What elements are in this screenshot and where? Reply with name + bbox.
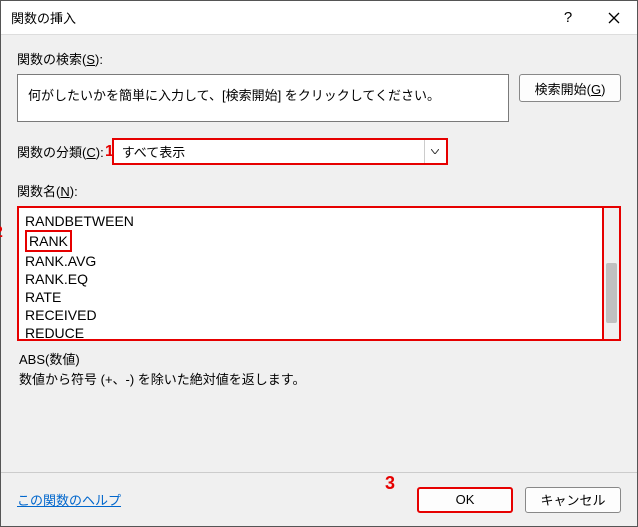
list-item[interactable]: RANDBETWEEN bbox=[23, 212, 598, 230]
function-preview: ABS(数値) 数値から符号 (+、-) を除いた絶対値を返します。 bbox=[17, 349, 621, 391]
scrollbar-track bbox=[604, 208, 619, 339]
function-signature: ABS(数値) bbox=[19, 350, 619, 370]
function-description: 数値から符号 (+、-) を除いた絶対値を返します。 bbox=[19, 370, 619, 390]
callout-3: 3 bbox=[385, 473, 395, 494]
help-button[interactable]: ? bbox=[545, 1, 591, 35]
category-value: すべて表示 bbox=[122, 142, 186, 161]
callout-2: 2 bbox=[0, 224, 3, 242]
cancel-button[interactable]: キャンセル bbox=[525, 487, 621, 513]
chevron-down-icon bbox=[424, 140, 446, 163]
help-link[interactable]: この関数のヘルプ bbox=[17, 490, 121, 509]
list-item[interactable]: RANK.EQ bbox=[23, 270, 598, 288]
scrollbar-thumb[interactable] bbox=[606, 263, 617, 323]
category-label: 関数の分類(C): bbox=[17, 142, 104, 161]
search-go-button[interactable]: 検索開始(G) bbox=[519, 74, 621, 102]
list-item[interactable]: RECEIVED bbox=[23, 306, 598, 324]
function-list[interactable]: RANDBETWEEN RANK RANK.AVG RANK.EQ RATE R… bbox=[17, 206, 604, 341]
category-row: 関数の分類(C): すべて表示 bbox=[17, 138, 621, 165]
search-label: 関数の検索(S): bbox=[17, 49, 621, 68]
category-select[interactable]: すべて表示 bbox=[112, 138, 448, 165]
function-list-wrap: RANDBETWEEN RANK RANK.AVG RANK.EQ RATE R… bbox=[17, 206, 621, 341]
insert-function-dialog: 関数の挿入 ? 関数の検索(S): 何がしたいかを簡単に入力して、[検索開始] … bbox=[0, 0, 638, 527]
footer: 3 この関数のヘルプ OK キャンセル bbox=[1, 472, 637, 526]
list-item[interactable]: RANK.AVG bbox=[23, 252, 598, 270]
close-button[interactable] bbox=[591, 1, 637, 35]
search-row: 何がしたいかを簡単に入力して、[検索開始] をクリックしてください。 検索開始(… bbox=[17, 74, 621, 122]
list-item[interactable]: RANK bbox=[23, 230, 598, 252]
list-item[interactable]: REDUCE bbox=[23, 324, 598, 341]
highlight-rank: RANK bbox=[25, 230, 72, 252]
ok-button[interactable]: OK bbox=[417, 487, 513, 513]
dialog-body: 関数の検索(S): 何がしたいかを簡単に入力して、[検索開始] をクリックしてく… bbox=[1, 35, 637, 472]
function-list-label: 関数名(N): bbox=[17, 181, 621, 200]
list-item[interactable]: RATE bbox=[23, 288, 598, 306]
function-list-scrollbar[interactable] bbox=[604, 206, 621, 341]
dialog-title: 関数の挿入 bbox=[11, 8, 545, 27]
close-icon bbox=[608, 12, 620, 24]
titlebar: 関数の挿入 ? bbox=[1, 1, 637, 35]
search-input[interactable]: 何がしたいかを簡単に入力して、[検索開始] をクリックしてください。 bbox=[17, 74, 509, 122]
